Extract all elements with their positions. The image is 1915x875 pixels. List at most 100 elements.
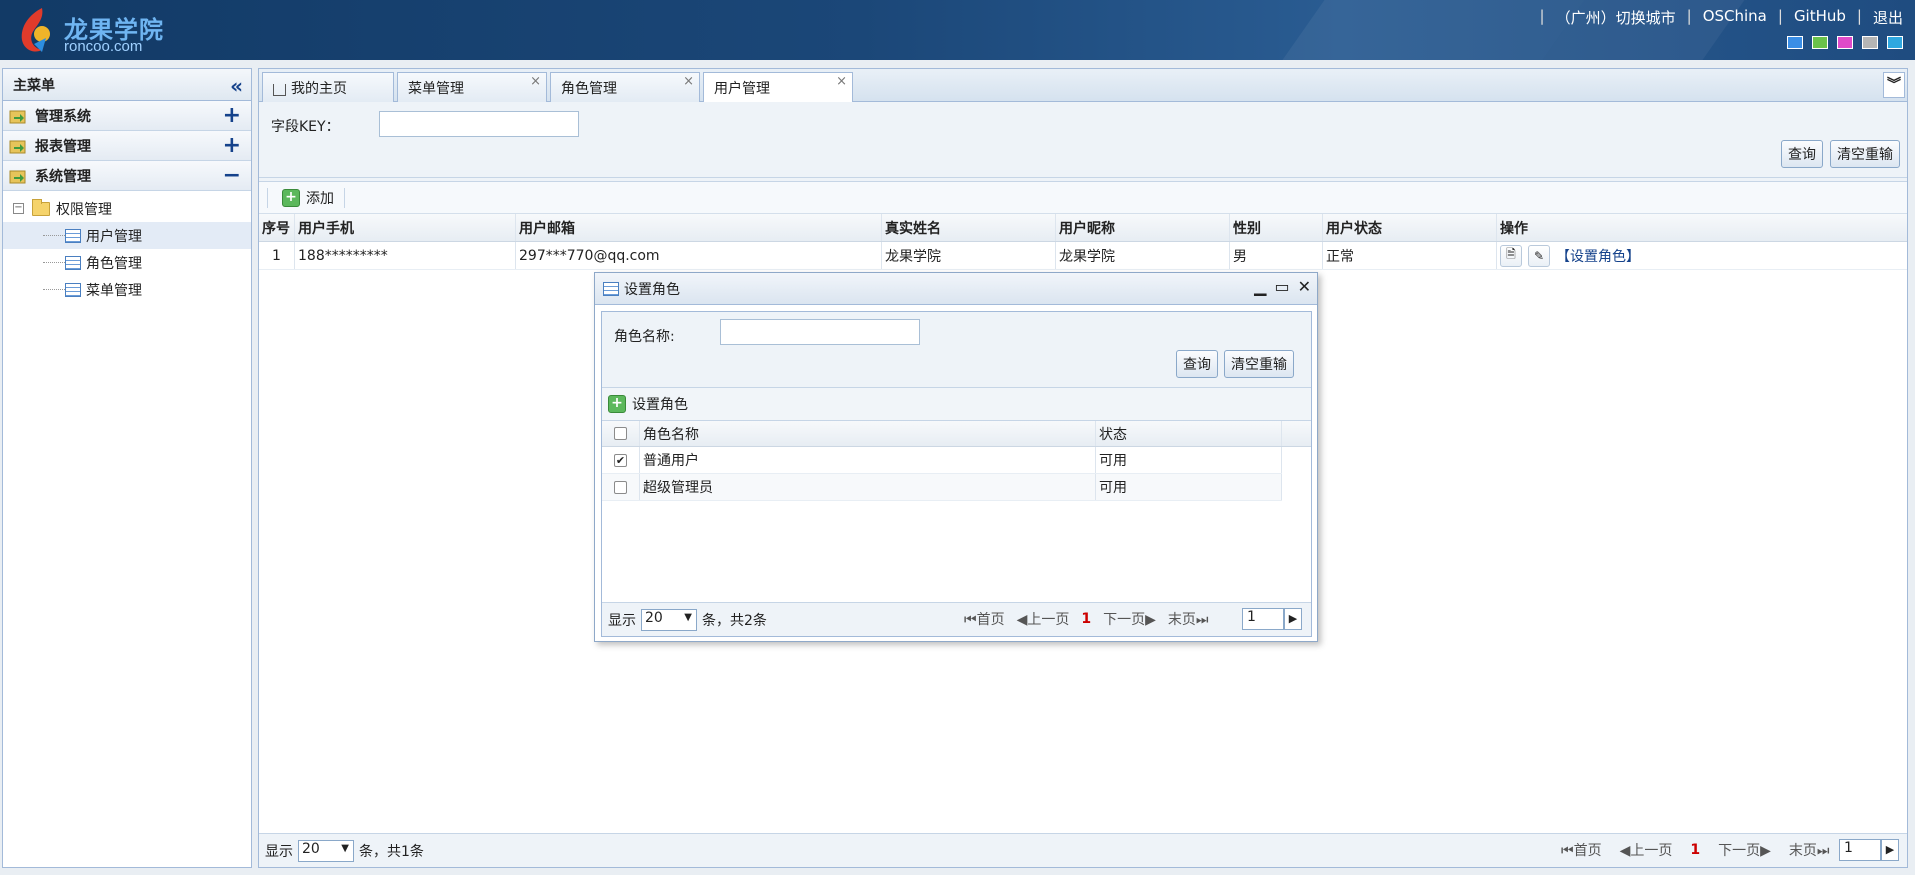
maximize-icon[interactable]: ▭ — [1274, 277, 1289, 296]
home-icon — [273, 83, 286, 96]
tabs-menu-icon[interactable]: ︾ — [1883, 72, 1905, 98]
grid-icon — [65, 228, 81, 243]
tree-item-user-management[interactable]: 用户管理 — [3, 222, 251, 249]
column-header[interactable]: 角色名称 — [640, 421, 1096, 446]
column-header[interactable]: 性别 — [1230, 214, 1323, 241]
row-checkbox[interactable] — [614, 480, 627, 494]
go-page-icon[interactable]: ▶ — [1881, 839, 1899, 861]
column-header[interactable]: 用户邮箱 — [516, 214, 882, 241]
theme-swatch-blue[interactable] — [1787, 36, 1803, 49]
prev-page-button[interactable]: ◀上一页 — [1620, 840, 1673, 860]
pager-nav: ⏮首页 ◀上一页 1 下一页▶ 末页⏭ — [1561, 840, 1830, 860]
tree-node-permission[interactable]: − 权限管理 — [3, 195, 251, 222]
page-number-input[interactable]: 1 — [1839, 839, 1881, 861]
dialog-title: 设置角色 — [624, 281, 680, 298]
cell-actions: 🗎 ✎ 【设置角色】 — [1497, 242, 1907, 269]
tree-item-role-management[interactable]: 角色管理 — [3, 249, 251, 276]
tab-menu-management[interactable]: 菜单管理 × — [397, 72, 547, 102]
sidebar-group-report[interactable]: 报表管理 + — [3, 131, 251, 161]
tab-home[interactable]: 我的主页 — [262, 72, 394, 102]
pager-summary: 条，共1条 — [359, 843, 424, 860]
table-row[interactable]: 超级管理员 可用 — [602, 474, 1282, 501]
cell-status: 正常 — [1323, 242, 1497, 269]
prev-page-button[interactable]: ◀上一页 — [1017, 609, 1070, 629]
switch-city-link[interactable]: （广州）切换城市 — [1556, 7, 1676, 28]
role-name-input[interactable] — [720, 319, 920, 345]
grid-icon — [65, 255, 81, 270]
prev-page-label: 上一页 — [1027, 612, 1070, 628]
dialog-titlebar[interactable]: 设置角色 ▁ ▭ ✕ — [595, 273, 1317, 305]
first-page-label: 首页 — [976, 612, 1005, 628]
set-role-link[interactable]: 【设置角色】 — [1556, 246, 1640, 266]
theme-swatch-pink[interactable] — [1837, 36, 1853, 49]
set-role-button[interactable]: 设置角色 — [632, 394, 688, 414]
go-page-icon[interactable]: ▶ — [1284, 608, 1302, 630]
tab-role-management[interactable]: 角色管理 × — [550, 72, 700, 102]
close-icon[interactable]: × — [683, 74, 694, 89]
field-key-input[interactable] — [379, 111, 579, 137]
close-icon[interactable]: × — [530, 74, 541, 89]
query-button[interactable]: 查询 — [1781, 140, 1823, 168]
table-row[interactable]: 1 188********* 297***770@qq.com 龙果学院 龙果学… — [259, 242, 1907, 270]
row-select-cell: ✔ — [602, 447, 640, 473]
cell-role-status: 可用 — [1096, 447, 1282, 473]
sidebar-group-system[interactable]: 系统管理 − — [3, 161, 251, 191]
page-number-input[interactable]: 1 — [1242, 608, 1284, 630]
add-button[interactable]: 添加 — [306, 188, 334, 208]
tree-item-menu-management[interactable]: 菜单管理 — [3, 276, 251, 303]
column-header[interactable]: 用户状态 — [1323, 214, 1497, 241]
minimize-icon[interactable]: ▁ — [1254, 277, 1266, 296]
expand-icon[interactable]: + — [223, 133, 241, 158]
cell-role-name: 普通用户 — [640, 447, 1096, 473]
tab-user-management[interactable]: 用户管理 × — [703, 72, 853, 103]
table-row[interactable]: ✔ 普通用户 可用 — [602, 447, 1282, 474]
column-header[interactable]: 真实姓名 — [882, 214, 1056, 241]
edit-icon[interactable]: ✎ — [1528, 244, 1550, 267]
reset-button[interactable]: 清空重输 — [1830, 140, 1900, 168]
current-page: 1 — [1081, 611, 1092, 627]
add-icon: + — [608, 395, 626, 413]
close-icon[interactable]: ✕ — [1298, 277, 1311, 296]
first-page-button[interactable]: ⏮首页 — [1561, 840, 1602, 860]
column-header[interactable]: 状态 — [1096, 421, 1282, 446]
tree-collapse-icon[interactable]: − — [13, 203, 24, 214]
page-size-select[interactable]: 20 — [641, 608, 697, 631]
last-page-button[interactable]: 末页⏭ — [1789, 840, 1830, 860]
row-checkbox-checked[interactable]: ✔ — [614, 453, 627, 467]
select-all-checkbox[interactable] — [614, 427, 627, 440]
theme-swatch-green[interactable] — [1812, 36, 1828, 49]
permission-tree: − 权限管理 用户管理 角色管理 菜单管理 — [3, 191, 251, 303]
expand-icon[interactable]: + — [223, 103, 241, 128]
last-page-button[interactable]: 末页⏭ — [1168, 609, 1209, 629]
tree-node-label: 权限管理 — [56, 201, 112, 218]
logout-link[interactable]: 退出 — [1873, 7, 1903, 28]
cell-gender: 男 — [1230, 242, 1323, 269]
sidebar-title: 主菜单 — [13, 77, 55, 94]
column-header[interactable]: 用户手机 — [295, 214, 516, 241]
oschina-link[interactable]: OSChina — [1703, 7, 1767, 28]
github-link[interactable]: GitHub — [1794, 7, 1846, 28]
collapse-icon[interactable]: − — [223, 163, 241, 188]
close-icon[interactable]: × — [836, 74, 847, 89]
dialog-query-button[interactable]: 查询 — [1176, 350, 1218, 378]
column-header[interactable]: 操作 — [1497, 214, 1907, 241]
tree-item-label: 角色管理 — [86, 255, 142, 272]
next-page-label: 下一页 — [1103, 612, 1146, 628]
view-icon[interactable]: 🗎 — [1500, 244, 1522, 267]
column-header[interactable]: 序号 — [259, 214, 295, 241]
sidebar-group-admin[interactable]: 管理系统 + — [3, 101, 251, 131]
next-page-button[interactable]: 下一页▶ — [1718, 840, 1771, 860]
collapse-sidebar-icon[interactable]: « — [230, 74, 243, 98]
page-size-select[interactable]: 20 — [298, 839, 354, 862]
next-page-button[interactable]: 下一页▶ — [1103, 609, 1156, 629]
pager-show-label: 显示 — [608, 612, 636, 629]
column-header[interactable]: 用户昵称 — [1056, 214, 1230, 241]
role-name-label: 角色名称: — [614, 329, 675, 345]
dialog-search-panel: 角色名称: 查询 清空重输 — [602, 312, 1311, 388]
first-page-label: 首页 — [1573, 843, 1602, 859]
theme-swatch-gray[interactable] — [1862, 36, 1878, 49]
roncoo-logo[interactable]: 龙果学院 roncoo.com — [12, 4, 172, 56]
dialog-reset-button[interactable]: 清空重输 — [1224, 350, 1294, 378]
theme-swatch-cyan[interactable] — [1887, 36, 1903, 49]
first-page-button[interactable]: ⏮首页 — [964, 609, 1005, 629]
